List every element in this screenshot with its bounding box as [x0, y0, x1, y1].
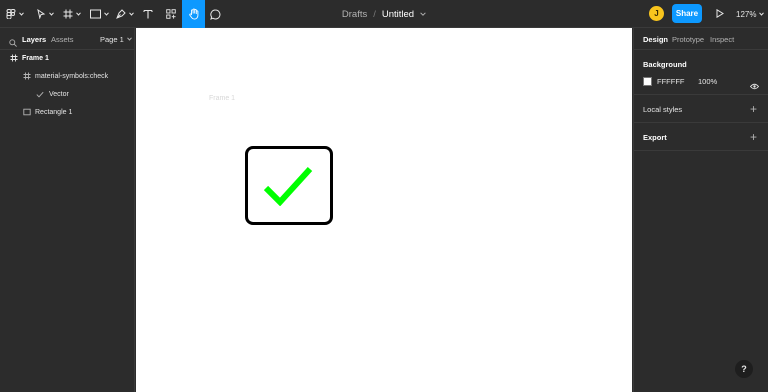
- background-opacity-input[interactable]: 100%: [698, 77, 717, 86]
- tab-inspect[interactable]: Inspect: [710, 28, 734, 50]
- export-title: Export: [643, 133, 667, 142]
- local-styles-label: Local styles: [643, 105, 683, 114]
- background-section: Background FFFFFF 100%: [634, 50, 768, 95]
- checkmark-vector[interactable]: [263, 164, 313, 206]
- local-styles-section: Local styles +: [634, 95, 768, 123]
- breadcrumb-drafts-link[interactable]: Drafts: [342, 9, 367, 20]
- add-style-plus-icon[interactable]: +: [750, 103, 757, 115]
- figma-logo-icon: [6, 9, 16, 19]
- properties-panel: Design Prototype Inspect Background FFFF…: [633, 28, 768, 392]
- hand-icon: [188, 8, 198, 20]
- pen-icon: [116, 9, 126, 19]
- layer-name: Rectangle 1: [35, 108, 73, 116]
- file-menu-chevron-icon[interactable]: [420, 12, 426, 16]
- pen-tool-button[interactable]: [114, 0, 136, 28]
- background-hex-input[interactable]: FFFFFF: [657, 77, 685, 86]
- layer-name: Frame 1: [22, 54, 49, 62]
- chevron-down-icon: [76, 12, 81, 16]
- layer-row-material-symbols-check[interactable]: material-symbols:check: [0, 67, 135, 85]
- check-vector-icon: [36, 91, 44, 98]
- layer-name: Vector: [49, 90, 69, 98]
- chevron-down-icon: [49, 12, 54, 16]
- tab-assets[interactable]: Assets: [51, 28, 74, 50]
- play-icon: [716, 8, 724, 18]
- comment-icon: [210, 8, 221, 20]
- toolbar: Drafts / Untitled J Share 127%: [0, 0, 768, 28]
- chevron-down-icon: [129, 12, 134, 16]
- tab-design[interactable]: Design: [643, 28, 668, 50]
- chevron-down-icon: [126, 37, 132, 41]
- page-selector[interactable]: Page 1: [100, 28, 132, 50]
- present-button[interactable]: [713, 6, 727, 20]
- file-name[interactable]: Untitled: [382, 9, 414, 20]
- resources-icon: [165, 9, 176, 19]
- frame-icon: [10, 54, 18, 62]
- cursor-icon: [37, 9, 46, 19]
- comment-tool-button[interactable]: [208, 0, 223, 28]
- chevron-down-icon: [759, 12, 765, 16]
- layer-row-frame-1[interactable]: Frame 1: [0, 49, 135, 67]
- right-panel-tabs: Design Prototype Inspect: [634, 28, 768, 50]
- background-title: Background: [643, 60, 687, 69]
- page-selector-label: Page 1: [100, 34, 124, 44]
- frame-label[interactable]: Frame 1: [209, 95, 235, 102]
- tab-layers[interactable]: Layers: [22, 28, 46, 50]
- background-color-swatch[interactable]: [643, 77, 652, 86]
- shape-tool-button[interactable]: [88, 0, 110, 28]
- resources-button[interactable]: [162, 0, 179, 28]
- layer-row-vector[interactable]: Vector: [0, 85, 135, 103]
- export-section: Export +: [634, 123, 768, 151]
- text-icon: [143, 9, 153, 19]
- layer-row-rectangle-1[interactable]: Rectangle 1: [0, 103, 135, 121]
- layer-name: material-symbols:check: [35, 72, 109, 80]
- layers-panel: Layers Assets Page 1 Frame 1 material-sy…: [0, 28, 135, 392]
- chevron-down-icon: [19, 12, 24, 16]
- breadcrumb-separator: /: [373, 8, 376, 20]
- move-tool-button[interactable]: [34, 0, 56, 28]
- help-button[interactable]: ?: [735, 360, 753, 378]
- add-export-plus-icon[interactable]: +: [750, 131, 757, 143]
- text-tool-button[interactable]: [141, 0, 155, 28]
- rectangle-icon: [23, 108, 31, 116]
- share-button[interactable]: Share: [672, 4, 702, 23]
- frame-icon: [23, 72, 31, 80]
- frame-tool-button[interactable]: [61, 0, 83, 28]
- main-menu-button[interactable]: [4, 0, 26, 28]
- user-avatar[interactable]: J: [649, 6, 664, 21]
- tab-prototype[interactable]: Prototype: [672, 28, 704, 50]
- zoom-level: 127%: [736, 9, 757, 19]
- rectangle-icon: [89, 9, 101, 19]
- chevron-down-icon: [103, 12, 109, 16]
- left-panel-tabs: Layers Assets Page 1: [0, 28, 135, 50]
- eye-icon[interactable]: [749, 77, 760, 95]
- design-canvas[interactable]: Frame 1: [136, 28, 632, 392]
- frame-icon: [63, 9, 73, 19]
- zoom-menu[interactable]: 127%: [736, 0, 765, 28]
- hand-tool-button[interactable]: [182, 0, 205, 28]
